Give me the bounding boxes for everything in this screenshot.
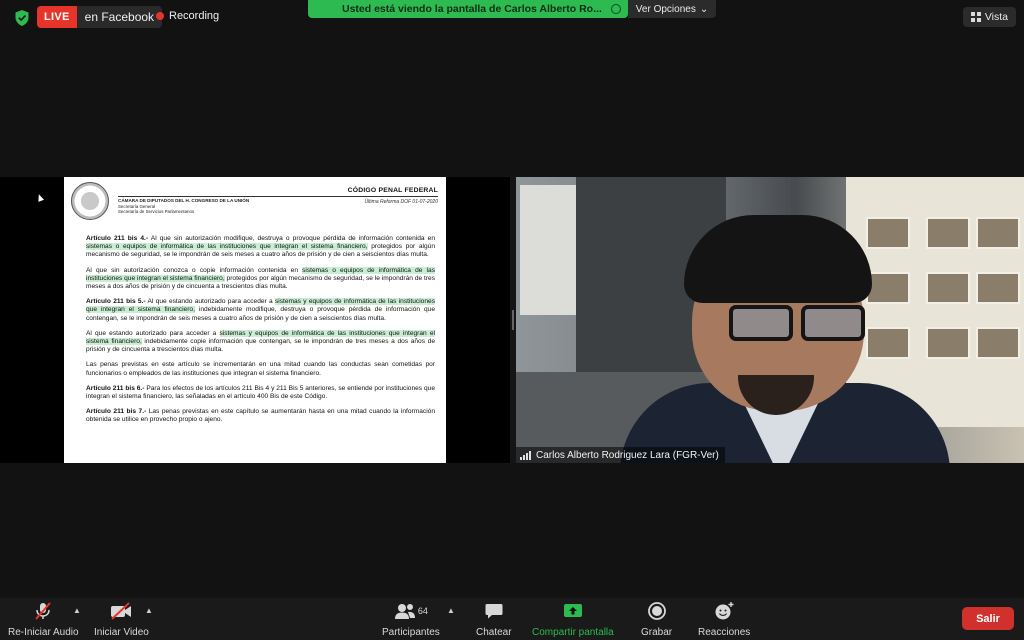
share-screen-arrow-icon [563, 604, 582, 617]
participant-video[interactable]: Carlos Alberto Rodriguez Lara (FGR-Ver) [516, 177, 1024, 463]
microphone-muted-icon [35, 602, 52, 620]
participants-icon [394, 604, 415, 619]
participants-options-caret-icon[interactable]: ▲ [447, 606, 455, 615]
participant-name-tag: Carlos Alberto Rodriguez Lara (FGR-Ver) [516, 447, 725, 463]
recording-indicator[interactable]: Recording [156, 10, 219, 22]
view-layout-button[interactable]: Vista [962, 7, 1016, 27]
share-screen-label: Compartir pantalla [532, 627, 614, 638]
zoom-meeting-window: LIVE en Facebook Recording Usted está vi… [0, 0, 1024, 640]
live-badge: LIVE [37, 6, 77, 28]
video-person-hair [684, 215, 872, 303]
video-options-caret-icon[interactable]: ▲ [145, 606, 153, 615]
connection-signal-icon [520, 450, 531, 460]
view-options-button[interactable]: Ver Opciones ⌄ [628, 0, 716, 18]
video-button[interactable]: Iniciar Video [94, 601, 149, 638]
paragraph-art-211-bis-5: Artículo 211 bis 5.- Al que estando auto… [86, 298, 435, 322]
smiley-reaction-icon [715, 602, 734, 620]
national-seal-logo [71, 182, 109, 220]
document-header: CÁMARA DE DIPUTADOS DEL H. CONGRESO DE L… [64, 177, 446, 227]
chat-bubble-icon [485, 604, 503, 619]
participant-name: Carlos Alberto Rodriguez Lara (FGR-Ver) [536, 449, 719, 461]
security-shield-icon[interactable] [14, 9, 30, 27]
paragraph-art-211-bis-4-b: Al que sin autorización conozca o copie … [86, 266, 436, 291]
share-screen-button[interactable]: Compartir pantalla [532, 601, 614, 638]
shared-screen-panel[interactable]: CÁMARA DE DIPUTADOS DEL H. CONGRESO DE L… [0, 177, 510, 463]
document-body: Artículo 211 bis 4.- Al que sin autoriza… [64, 227, 446, 425]
mouse-cursor-icon [35, 193, 45, 202]
record-label: Grabar [641, 627, 673, 638]
shared-document: CÁMARA DE DIPUTADOS DEL H. CONGRESO DE L… [64, 177, 446, 463]
paragraph-art-211-bis-4: Artículo 211 bis 4.- Al que sin autoriza… [86, 235, 435, 259]
leave-meeting-button[interactable]: Salir [962, 607, 1014, 630]
participants-label: Participantes [382, 627, 440, 638]
recording-dot-icon [156, 12, 164, 20]
header-rule [118, 196, 438, 197]
screen-share-banner: Usted está viendo la pantalla de Carlos … [308, 0, 628, 18]
record-icon [647, 602, 666, 620]
meeting-toolbar: Re-Iniciar Audio ▲ Iniciar Video ▲ 64 Pa… [0, 598, 1024, 640]
record-button[interactable]: Grabar [641, 601, 672, 638]
paragraph-art-211-bis-7: Artículo 211 bis 7.- Las penas previstas… [86, 408, 435, 424]
paragraph-art-211-bis-5-c: Las penas previstas en este artículo se … [86, 361, 435, 377]
institution-block: CÁMARA DE DIPUTADOS DEL H. CONGRESO DE L… [118, 198, 250, 214]
recording-label: Recording [169, 10, 220, 22]
audio-button[interactable]: Re-Iniciar Audio [8, 601, 79, 638]
chevron-down-icon: ⌄ [699, 3, 709, 15]
video-camera-off-icon [111, 602, 132, 620]
paragraph-art-211-bis-6: Artículo 211 bis 6.- Para los efectos de… [86, 384, 435, 401]
live-platform-label: en Facebook [84, 10, 155, 24]
video-label: Iniciar Video [94, 627, 149, 638]
video-person-glasses [721, 305, 869, 345]
reactions-label: Reacciones [698, 627, 751, 638]
share-banner-text: Usted está viendo la pantalla de Carlos … [342, 3, 602, 15]
reactions-button[interactable]: Reacciones [698, 601, 750, 638]
live-stream-indicator[interactable]: LIVE en Facebook [37, 6, 163, 28]
grid-view-icon [970, 12, 981, 22]
participants-button[interactable]: 64 Participantes [382, 601, 440, 638]
paragraph-art-211-bis-5-b: Al que estando autorizado para acceder a… [86, 329, 435, 354]
reform-date: Última Reforma DOF 01-07-2020 [364, 199, 438, 205]
share-status-icon [611, 4, 621, 14]
chat-button[interactable]: Chatear [476, 601, 512, 638]
chat-label: Chatear [476, 627, 512, 638]
audio-options-caret-icon[interactable]: ▲ [73, 606, 81, 615]
view-layout-label: Vista [984, 11, 1008, 23]
audio-label: Re-Iniciar Audio [8, 627, 79, 638]
code-title: CÓDIGO PENAL FEDERAL [347, 187, 438, 194]
participants-count: 64 [417, 606, 428, 616]
view-options-label: Ver Opciones [635, 3, 696, 15]
